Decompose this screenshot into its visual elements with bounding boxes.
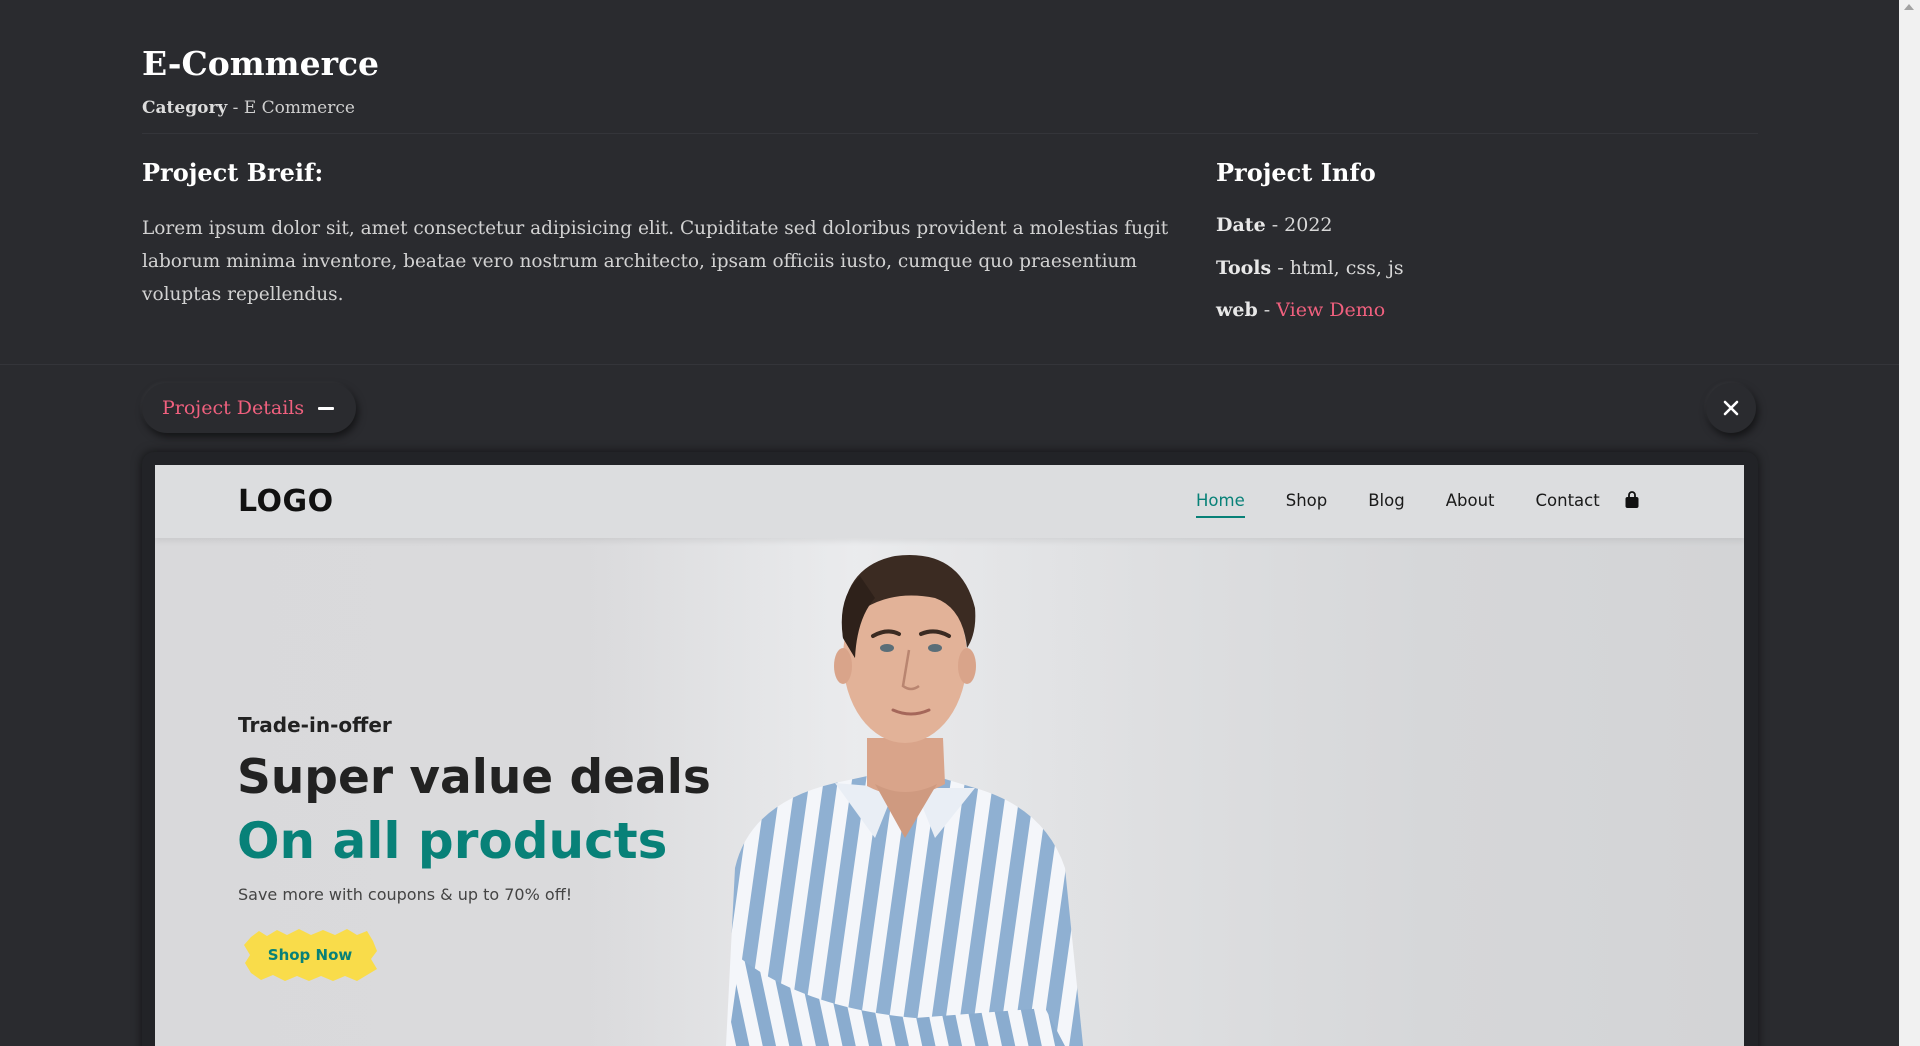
close-icon [1723,400,1739,416]
hero-description: Save more with coupons & up to 70% off! [238,885,573,904]
preview-logo[interactable]: LOGO [238,484,334,519]
date-separator: - [1265,214,1285,236]
scroll-up-arrow-icon[interactable] [1904,4,1914,10]
category-value: E Commerce [243,98,355,118]
hero-section: Trade-in-offer Super value deals On all … [155,538,1744,1046]
nav-item-blog[interactable]: Blog [1368,491,1404,510]
nav-item-shop[interactable]: Shop [1286,491,1328,510]
header-divider [142,133,1758,134]
shop-now-label: Shop Now [267,946,353,964]
tools-value: html, css, js [1289,257,1404,279]
web-label: web [1216,299,1258,321]
section-divider [0,364,1899,365]
date-value: 2022 [1284,214,1333,236]
date-label: Date [1216,214,1266,236]
minus-icon [318,406,335,410]
nav-item-about[interactable]: About [1446,491,1495,510]
preview-nav-links: Home Shop Blog About Contact [1196,491,1600,518]
project-detail-page: E-Commerce Category - E Commerce Project… [0,0,1920,1046]
view-demo-link[interactable]: View Demo [1276,299,1385,321]
tools-label: Tools [1216,257,1272,279]
close-button[interactable] [1706,383,1756,433]
web-separator: - [1257,299,1277,321]
nav-item-home[interactable]: Home [1196,491,1245,518]
category-label: Category [142,98,228,118]
brief-text: Lorem ipsum dolor sit, amet consectetur … [142,218,1169,305]
hero-title: Super value deals [237,750,711,805]
project-title: E-Commerce [142,44,380,83]
nav-item-contact[interactable]: Contact [1536,491,1600,510]
info-web: web - View Demo [1216,299,1385,321]
project-details-button[interactable]: Project Details [142,383,357,433]
shop-now-button[interactable]: Shop Now [241,927,379,983]
hero-subtitle: Trade-in-offer [238,713,392,737]
info-heading: Project Info [1216,158,1376,187]
project-details-label: Project Details [162,397,305,419]
info-tools: Tools - html, css, js [1216,257,1404,279]
info-date: Date - 2022 [1216,214,1333,236]
tools-separator: - [1271,257,1290,279]
brief-heading: Project Breif: [142,158,324,187]
hero-title-highlight: On all products [237,812,668,870]
category-separator: - [227,98,244,118]
project-category: Category - E Commerce [142,98,355,118]
vertical-scrollbar[interactable] [1899,0,1920,1046]
shopping-bag-icon[interactable] [1624,491,1640,509]
preview-navbar: LOGO Home Shop Blog About Contact [155,465,1744,538]
website-preview: LOGO Home Shop Blog About Contact Trade-… [155,465,1744,1046]
